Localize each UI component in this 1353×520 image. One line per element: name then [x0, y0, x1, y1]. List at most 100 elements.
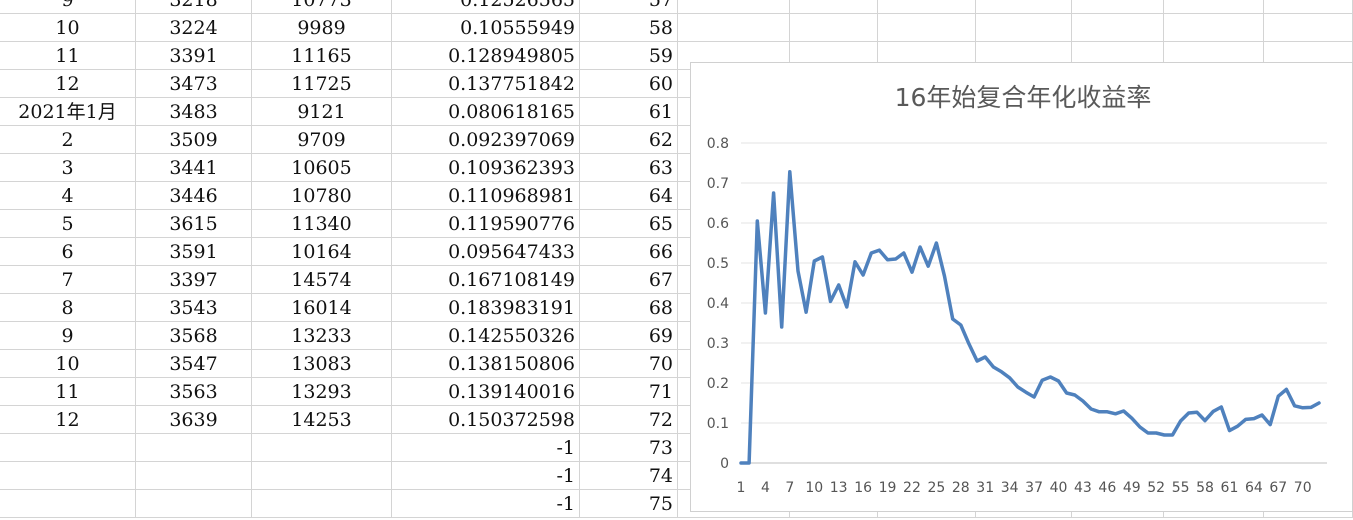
col-c-cell[interactable]: 10780 [252, 182, 392, 210]
empty-cell[interactable] [1264, 14, 1353, 42]
col-c-cell[interactable]: 13233 [252, 322, 392, 350]
col-b-cell[interactable]: 3639 [136, 406, 252, 434]
col-c-cell[interactable] [252, 490, 392, 518]
empty-cell[interactable] [976, 14, 1072, 42]
col-c-cell[interactable]: 16014 [252, 294, 392, 322]
col-c-cell[interactable]: 13083 [252, 350, 392, 378]
col-b-cell[interactable]: 3615 [136, 210, 252, 238]
index-cell[interactable]: 67 [580, 266, 678, 294]
rate-cell[interactable]: 0.139140016 [392, 378, 580, 406]
month-cell[interactable]: 10 [0, 14, 136, 42]
rate-cell[interactable]: 0.137751842 [392, 70, 580, 98]
rate-cell[interactable]: 0.167108149 [392, 266, 580, 294]
month-cell[interactable]: 10 [0, 350, 136, 378]
col-c-cell[interactable]: 11725 [252, 70, 392, 98]
col-b-cell[interactable]: 3446 [136, 182, 252, 210]
rate-cell[interactable]: 0.142550326 [392, 322, 580, 350]
index-cell[interactable]: 74 [580, 462, 678, 490]
empty-cell[interactable] [1164, 0, 1264, 14]
col-b-cell[interactable]: 3591 [136, 238, 252, 266]
rate-cell[interactable]: 0.109362393 [392, 154, 580, 182]
rate-cell[interactable]: 0.10555949 [392, 14, 580, 42]
col-c-cell[interactable]: 14574 [252, 266, 392, 294]
empty-cell[interactable] [790, 14, 878, 42]
month-cell[interactable]: 8 [0, 294, 136, 322]
rate-cell[interactable]: 0.150372598 [392, 406, 580, 434]
col-c-cell[interactable] [252, 462, 392, 490]
rate-cell[interactable]: 0.128949805 [392, 42, 580, 70]
col-b-cell[interactable]: 3543 [136, 294, 252, 322]
col-b-cell[interactable]: 3218 [136, 0, 252, 14]
index-cell[interactable]: 68 [580, 294, 678, 322]
index-cell[interactable]: 75 [580, 490, 678, 518]
empty-cell[interactable] [1164, 14, 1264, 42]
month-cell[interactable]: 3 [0, 154, 136, 182]
empty-cell[interactable] [678, 14, 790, 42]
col-b-cell[interactable] [136, 490, 252, 518]
rate-cell[interactable]: -1 [392, 462, 580, 490]
index-cell[interactable]: 66 [580, 238, 678, 266]
index-cell[interactable]: 58 [580, 14, 678, 42]
index-cell[interactable]: 69 [580, 322, 678, 350]
col-b-cell[interactable]: 3391 [136, 42, 252, 70]
rate-cell[interactable]: 0.138150806 [392, 350, 580, 378]
month-cell[interactable] [0, 462, 136, 490]
rate-cell[interactable]: 0.095647433 [392, 238, 580, 266]
month-cell[interactable]: 6 [0, 238, 136, 266]
month-cell[interactable]: 12 [0, 70, 136, 98]
month-cell[interactable]: 5 [0, 210, 136, 238]
index-cell[interactable]: 57 [580, 0, 678, 14]
col-c-cell[interactable]: 10605 [252, 154, 392, 182]
month-cell[interactable]: 7 [0, 266, 136, 294]
col-c-cell[interactable]: 10773 [252, 0, 392, 14]
line-chart[interactable]: 16年始复合年化收益率 0 0.1 0.2 0.3 0.4 0.5 0.6 0.7 0.8 1 4 7… [690, 62, 1353, 512]
month-cell[interactable]: 11 [0, 378, 136, 406]
rate-cell[interactable]: 0.080618165 [392, 98, 580, 126]
index-cell[interactable]: 62 [580, 126, 678, 154]
col-c-cell[interactable]: 14253 [252, 406, 392, 434]
empty-cell[interactable] [878, 14, 976, 42]
index-cell[interactable]: 63 [580, 154, 678, 182]
empty-cell[interactable] [878, 0, 976, 14]
month-cell[interactable] [0, 490, 136, 518]
empty-cell[interactable] [1072, 14, 1164, 42]
empty-cell[interactable] [976, 0, 1072, 14]
empty-cell[interactable] [1264, 0, 1353, 14]
rate-cell[interactable]: 0.092397069 [392, 126, 580, 154]
col-c-cell[interactable] [252, 434, 392, 462]
col-b-cell[interactable]: 3473 [136, 70, 252, 98]
col-b-cell[interactable]: 3441 [136, 154, 252, 182]
index-cell[interactable]: 65 [580, 210, 678, 238]
col-c-cell[interactable]: 9121 [252, 98, 392, 126]
col-b-cell[interactable]: 3397 [136, 266, 252, 294]
empty-cell[interactable] [678, 0, 790, 14]
rate-cell[interactable]: 0.119590776 [392, 210, 580, 238]
month-cell[interactable]: 2 [0, 126, 136, 154]
index-cell[interactable]: 70 [580, 350, 678, 378]
index-cell[interactable]: 72 [580, 406, 678, 434]
index-cell[interactable]: 61 [580, 98, 678, 126]
col-b-cell[interactable] [136, 462, 252, 490]
month-cell[interactable]: 9 [0, 0, 136, 14]
col-b-cell[interactable] [136, 434, 252, 462]
col-b-cell[interactable]: 3568 [136, 322, 252, 350]
month-cell[interactable]: 12 [0, 406, 136, 434]
empty-cell[interactable] [790, 0, 878, 14]
index-cell[interactable]: 73 [580, 434, 678, 462]
month-cell[interactable]: 2021年1月 [0, 98, 136, 126]
col-c-cell[interactable]: 11340 [252, 210, 392, 238]
empty-cell[interactable] [1072, 0, 1164, 14]
month-cell[interactable]: 4 [0, 182, 136, 210]
col-c-cell[interactable]: 11165 [252, 42, 392, 70]
col-c-cell[interactable]: 10164 [252, 238, 392, 266]
col-c-cell[interactable]: 9709 [252, 126, 392, 154]
col-b-cell[interactable]: 3509 [136, 126, 252, 154]
index-cell[interactable]: 71 [580, 378, 678, 406]
col-b-cell[interactable]: 3224 [136, 14, 252, 42]
rate-cell[interactable]: 0.110968981 [392, 182, 580, 210]
col-c-cell[interactable]: 13293 [252, 378, 392, 406]
rate-cell[interactable]: -1 [392, 490, 580, 518]
month-cell[interactable]: 9 [0, 322, 136, 350]
rate-cell[interactable]: -1 [392, 434, 580, 462]
rate-cell[interactable]: 0.183983191 [392, 294, 580, 322]
